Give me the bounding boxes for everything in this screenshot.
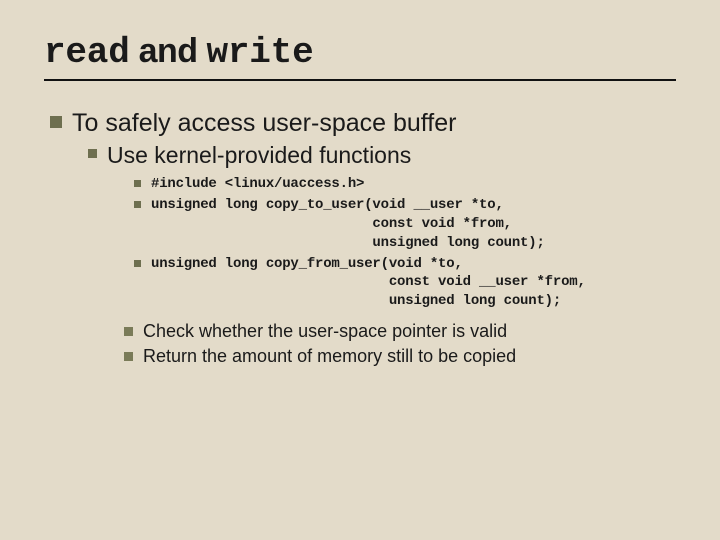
note-a-text: Check whether the user-space pointer is … <box>143 321 507 342</box>
title-and: and <box>130 32 207 70</box>
square-bullet-icon <box>134 180 141 187</box>
note-b: Return the amount of memory still to be … <box>124 346 676 367</box>
code-line-1: #include <linux/uaccess.h> <box>134 175 676 194</box>
title-code-read: read <box>44 32 130 73</box>
square-bullet-icon <box>134 201 141 208</box>
slide: read and write To safely access user-spa… <box>0 0 720 540</box>
l2-text: Use kernel-provided functions <box>107 142 411 169</box>
code-copy-to-user: unsigned long copy_to_user(void __user *… <box>151 196 545 253</box>
slide-title: read and write <box>44 32 676 73</box>
title-rule <box>44 79 676 81</box>
bullet-level1: To safely access user-space buffer <box>50 109 676 138</box>
code-include: #include <linux/uaccess.h> <box>151 175 364 194</box>
code-copy-from-user: unsigned long copy_from_user(void *to, c… <box>151 255 586 312</box>
square-bullet-icon <box>50 116 62 128</box>
code-line-3: unsigned long copy_from_user(void *to, c… <box>134 255 676 312</box>
square-bullet-icon <box>124 327 133 336</box>
square-bullet-icon <box>134 260 141 267</box>
square-bullet-icon <box>124 352 133 361</box>
square-bullet-icon <box>88 149 97 158</box>
note-a: Check whether the user-space pointer is … <box>124 321 676 342</box>
code-line-2: unsigned long copy_to_user(void __user *… <box>134 196 676 253</box>
note-b-text: Return the amount of memory still to be … <box>143 346 516 367</box>
bullet-level2: Use kernel-provided functions <box>88 142 676 169</box>
l1-text: To safely access user-space buffer <box>72 109 456 138</box>
title-code-write: write <box>206 32 313 73</box>
